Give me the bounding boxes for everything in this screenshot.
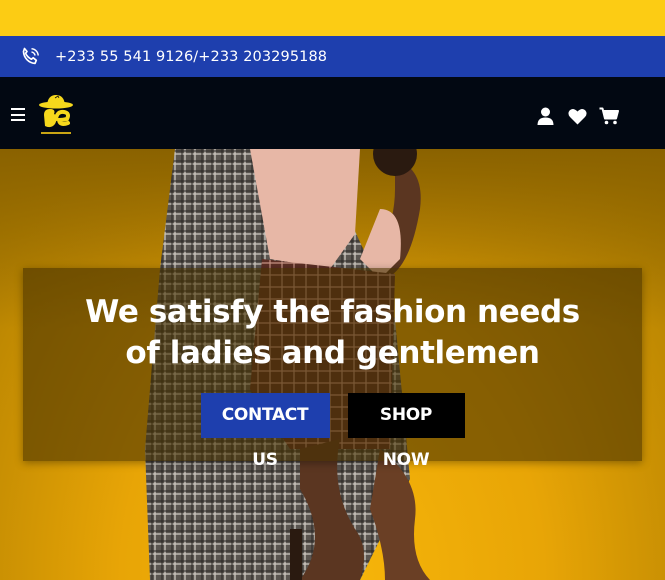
top-accent-strip — [0, 0, 665, 36]
contact-bar: +233 55 541 9126/+233 203295188 — [0, 36, 665, 77]
brand-logo[interactable] — [35, 91, 77, 139]
main-navbar — [0, 77, 665, 149]
nav-action-icons — [535, 106, 619, 126]
contact-us-button[interactable]: CONTACT US — [200, 393, 330, 470]
phone-icon — [17, 44, 43, 70]
phone-number[interactable]: +233 55 541 9126/+233 203295188 — [55, 49, 327, 65]
heart-icon[interactable] — [567, 106, 587, 126]
hamburger-menu-icon[interactable] — [11, 108, 25, 121]
cart-icon[interactable] — [599, 106, 619, 126]
shop-now-button[interactable]: SHOP NOW — [347, 393, 465, 470]
hero-banner: We satisfy the fashion needs of ladies a… — [0, 149, 665, 580]
hero-content-box: We satisfy the fashion needs of ladies a… — [23, 268, 642, 470]
hero-title: We satisfy the fashion needs of ladies a… — [85, 294, 580, 371]
hero-button-group: CONTACT US SHOP NOW — [23, 393, 642, 470]
user-icon[interactable] — [535, 106, 555, 126]
